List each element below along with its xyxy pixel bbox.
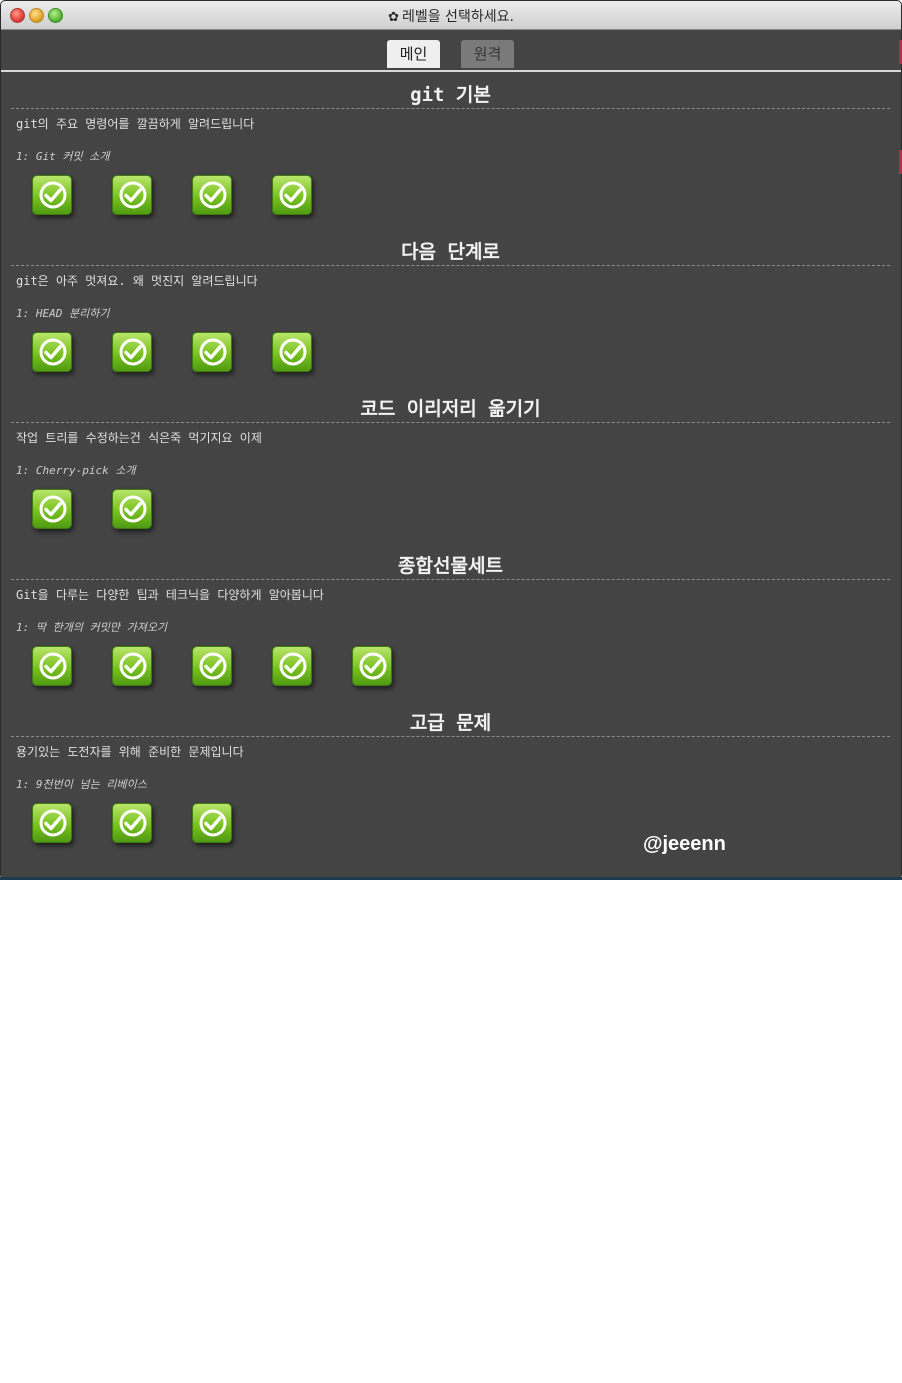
background-strip — [0, 877, 902, 880]
section-mixed-bag: 종합선물세트 Git을 다루는 다양한 팁과 테크닉을 다양하게 알아봅니다 1… — [11, 553, 890, 686]
tab-main[interactable]: 메인 — [387, 40, 440, 68]
level-button[interactable] — [192, 646, 232, 686]
level-button[interactable] — [112, 489, 152, 529]
window-title-wrap: ✿ 레벨을 선택하세요. — [1, 6, 901, 26]
check-icon — [119, 809, 147, 837]
section-title: 코드 이리저리 옮기기 — [11, 396, 890, 423]
level-button[interactable] — [272, 332, 312, 372]
level-button[interactable] — [192, 803, 232, 843]
section-first-level: 1: Git 커밋 소개 — [16, 150, 110, 163]
level-button[interactable] — [32, 803, 72, 843]
section-description: git의 주요 명령어를 깔끔하게 알려드립니다 — [16, 117, 255, 131]
check-icon — [39, 809, 67, 837]
gear-icon: ✿ — [388, 10, 399, 25]
level-button[interactable] — [32, 332, 72, 372]
check-icon — [199, 181, 227, 209]
check-icon — [119, 338, 147, 366]
section-title: 다음 단계로 — [11, 239, 890, 266]
level-button[interactable] — [272, 175, 312, 215]
section-advanced: 고급 문제 용기있는 도전자를 위해 준비한 문제입니다 1: 9천번이 넘는 … — [11, 710, 890, 843]
tab-bar: 메인 원격 — [1, 30, 901, 72]
section-description: 작업 트리를 수정하는건 식은죽 먹기지요 이제 — [16, 431, 262, 445]
section-title: 고급 문제 — [11, 710, 890, 737]
check-icon — [199, 809, 227, 837]
check-icon — [119, 181, 147, 209]
section-description: Git을 다루는 다양한 팁과 테크닉을 다양하게 알아봅니다 — [16, 588, 324, 602]
check-icon — [39, 495, 67, 523]
check-icon — [359, 652, 387, 680]
level-button[interactable] — [192, 332, 232, 372]
check-icon — [119, 652, 147, 680]
section-description: git은 아주 멋져요. 왜 멋진지 알려드립니다 — [16, 274, 258, 288]
level-button[interactable] — [352, 646, 392, 686]
tab-remote[interactable]: 원격 — [461, 40, 514, 68]
level-button[interactable] — [112, 332, 152, 372]
level-button[interactable] — [112, 803, 152, 843]
section-next-step: 다음 단계로 git은 아주 멋져요. 왜 멋진지 알려드립니다 1: HEAD… — [11, 239, 890, 372]
check-icon — [279, 338, 307, 366]
level-button[interactable] — [192, 175, 232, 215]
level-button[interactable] — [32, 489, 72, 529]
section-title: 종합선물세트 — [11, 553, 890, 580]
watermark-text: @jeeenn — [643, 833, 726, 855]
check-icon — [39, 181, 67, 209]
level-button[interactable] — [32, 646, 72, 686]
check-icon — [279, 652, 307, 680]
check-icon — [39, 652, 67, 680]
level-select-window: ✿ 레벨을 선택하세요. 메인 원격 git 기본 git의 주요 명령어를 깔끔… — [0, 0, 902, 878]
check-icon — [119, 495, 147, 523]
check-icon — [199, 338, 227, 366]
section-description: 용기있는 도전자를 위해 준비한 문제입니다 — [16, 745, 244, 759]
section-git-basics: git 기본 git의 주요 명령어를 깔끔하게 알려드립니다 1: Git 커… — [11, 82, 890, 215]
section-title: git 기본 — [11, 82, 890, 109]
check-icon — [279, 181, 307, 209]
title-bar: ✿ 레벨을 선택하세요. — [1, 1, 901, 30]
check-icon — [199, 652, 227, 680]
check-icon — [39, 338, 67, 366]
section-moving-code: 코드 이리저리 옮기기 작업 트리를 수정하는건 식은죽 먹기지요 이제 1: … — [11, 396, 890, 529]
window-title: 레벨을 선택하세요. — [401, 9, 514, 25]
level-button[interactable] — [32, 175, 72, 215]
section-first-level: 1: 9천번이 넘는 리베이스 — [16, 778, 147, 791]
section-first-level: 1: HEAD 분리하기 — [16, 307, 110, 320]
level-button[interactable] — [112, 646, 152, 686]
level-button[interactable] — [272, 646, 312, 686]
level-button[interactable] — [112, 175, 152, 215]
section-first-level: 1: 딱 한개의 커밋만 가져오기 — [16, 621, 168, 634]
section-first-level: 1: Cherry-pick 소개 — [16, 464, 136, 477]
